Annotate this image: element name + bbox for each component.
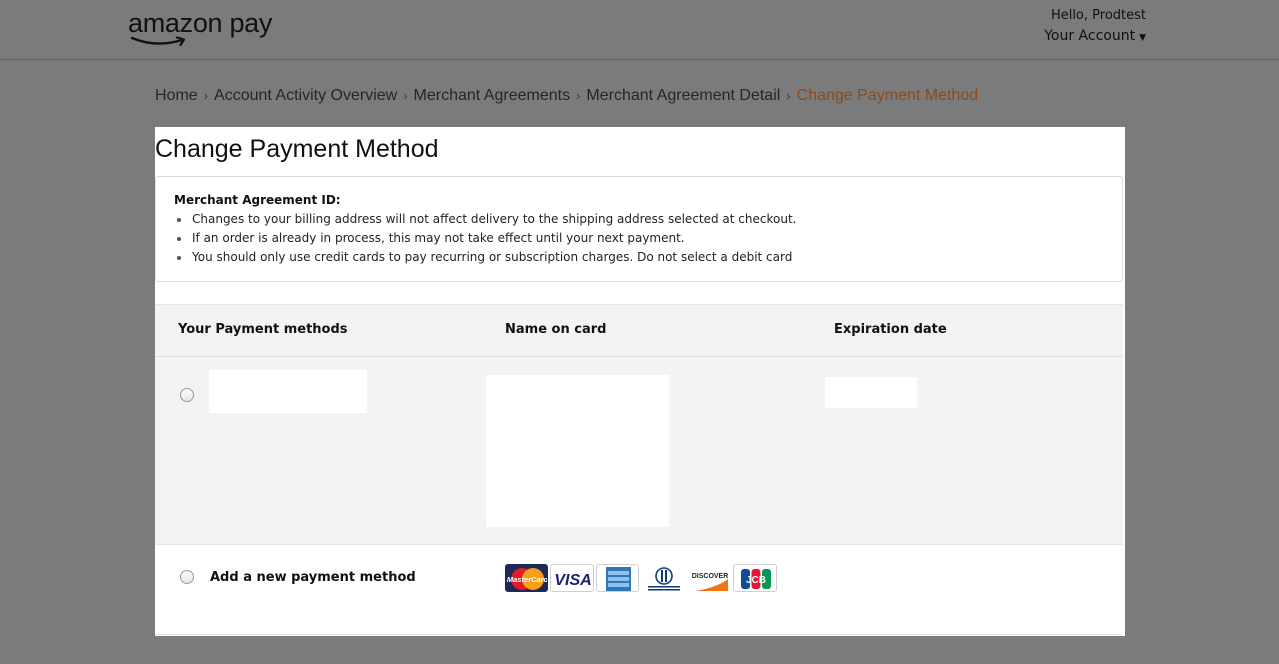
merchant-agreement-id-label: Merchant Agreement ID: (174, 193, 341, 207)
diners-club-logo-icon (641, 564, 685, 592)
mastercard-text: MasterCard (507, 575, 548, 584)
breadcrumb-agreement-detail[interactable]: Merchant Agreement Detail (586, 87, 780, 104)
column-header-payment-methods: Your Payment methods (178, 322, 348, 337)
your-account-label: Your Account (1044, 28, 1136, 44)
amex-logo-icon (596, 564, 639, 592)
payment-table-header: Your Payment methods Name on card Expira… (155, 304, 1123, 357)
info-bullet: If an order is already in process, this … (174, 229, 1104, 248)
redacted-name-on-card (486, 375, 669, 527)
breadcrumb-merchant-agreements[interactable]: Merchant Agreements (414, 87, 571, 104)
column-header-expiration-date: Expiration date (834, 322, 947, 337)
redacted-expiration-date (825, 377, 917, 408)
page-title: Change Payment Method (155, 135, 439, 163)
chevron-right-icon: › (576, 88, 581, 103)
visa-text: VISA (554, 572, 591, 589)
info-bullet: You should only use credit cards to pay … (174, 248, 1104, 267)
logo-text: amazon pay (128, 8, 273, 38)
breadcrumb-home[interactable]: Home (155, 87, 198, 104)
info-bullet-list: Changes to your billing address will not… (174, 210, 1104, 267)
top-header: amazon pay Hello, Prodtest Your Account ▼ (0, 0, 1279, 60)
change-payment-panel: Change Payment Method Merchant Agreement… (155, 127, 1125, 636)
greeting-text: Hello, Prodtest (1050, 8, 1146, 23)
add-payment-method-row[interactable]: Add a new payment method MasterCard VISA (155, 545, 1123, 635)
add-new-method-radio[interactable] (180, 570, 194, 584)
caret-down-icon: ▼ (1139, 33, 1146, 43)
column-header-name-on-card: Name on card (505, 322, 607, 337)
info-bullet: Changes to your billing address will not… (174, 210, 1104, 229)
redacted-card-info (209, 370, 367, 413)
jcb-logo-icon: JCB (733, 564, 777, 592)
breadcrumb-current: Change Payment Method (796, 87, 979, 104)
chevron-right-icon: › (786, 88, 791, 103)
chevron-right-icon: › (403, 88, 408, 103)
discover-logo-icon: DISCOVER (687, 564, 731, 592)
jcb-text: JCB (746, 575, 766, 586)
add-new-method-label: Add a new payment method (210, 570, 416, 585)
amazon-pay-logo[interactable]: amazon pay (128, 8, 273, 47)
breadcrumb: Home › Account Activity Overview › Merchant … (155, 87, 978, 105)
mastercard-logo-icon: MasterCard (505, 564, 548, 592)
payment-method-row[interactable] (155, 357, 1123, 545)
visa-logo-icon: VISA (550, 564, 594, 592)
discover-text: DISCOVER (692, 573, 729, 580)
your-account-dropdown[interactable]: Your Account ▼ (1044, 28, 1146, 44)
amazon-smile-icon (130, 36, 186, 47)
breadcrumb-account-activity[interactable]: Account Activity Overview (214, 87, 397, 104)
chevron-right-icon: › (203, 88, 209, 103)
agreement-info-box: Merchant Agreement ID: Changes to your b… (155, 176, 1123, 282)
existing-method-radio[interactable] (180, 388, 194, 402)
account-menu: Hello, Prodtest Your Account ▼ (1044, 8, 1146, 44)
